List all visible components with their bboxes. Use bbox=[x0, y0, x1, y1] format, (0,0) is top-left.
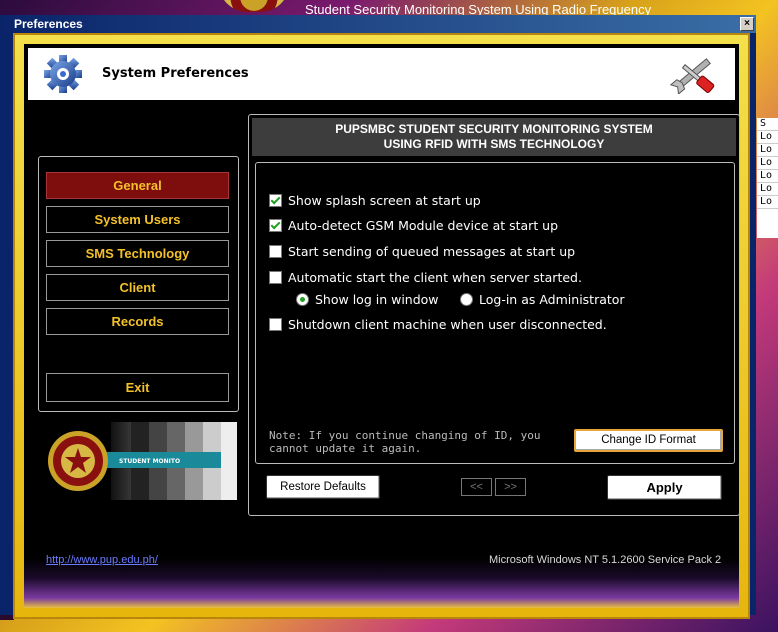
option-label: Shutdown client machine when user discon… bbox=[288, 317, 607, 332]
heading-line-1: PUPSMBC STUDENT SECURITY MONITORING SYST… bbox=[335, 122, 653, 136]
option-send-queued[interactable]: Start sending of queued messages at star… bbox=[269, 244, 575, 259]
background-log-item: Lo bbox=[757, 170, 778, 183]
apply-button[interactable]: Apply bbox=[607, 475, 722, 500]
next-button[interactable]: >> bbox=[495, 478, 526, 496]
heading-line-2: USING RFID WITH SMS TECHNOLOGY bbox=[383, 137, 605, 151]
logo-banner-text: STUDENT MONITO bbox=[119, 458, 180, 465]
restore-defaults-button[interactable]: Restore Defaults bbox=[266, 475, 380, 499]
background-log-column: S Lo Lo Lo Lo Lo Lo bbox=[757, 118, 778, 238]
radio-login-admin[interactable]: Log-in as Administrator bbox=[460, 292, 625, 307]
exit-button[interactable]: Exit bbox=[46, 373, 229, 402]
previous-button[interactable]: << bbox=[461, 478, 492, 496]
gear-icon bbox=[44, 55, 82, 93]
background-log-item: S bbox=[757, 118, 778, 131]
close-icon: × bbox=[744, 18, 750, 29]
nav-item-sms-technology[interactable]: SMS Technology bbox=[46, 240, 229, 267]
background-log-item: Lo bbox=[757, 183, 778, 196]
header-bar: System Preferences bbox=[28, 48, 735, 100]
background-log-item: Lo bbox=[757, 144, 778, 157]
option-label: Show splash screen at start up bbox=[288, 193, 481, 208]
checkbox-auto-detect-gsm[interactable] bbox=[269, 219, 282, 232]
option-show-splash[interactable]: Show splash screen at start up bbox=[269, 193, 481, 208]
header-title: System Preferences bbox=[102, 66, 249, 81]
window-title: Preferences bbox=[14, 17, 83, 31]
logo-graphic: STUDENT MONITO bbox=[48, 422, 237, 500]
background-log-item: Lo bbox=[757, 157, 778, 170]
general-settings-panel: PUPSMBC STUDENT SECURITY MONITORING SYST… bbox=[248, 114, 740, 516]
option-auto-detect-gsm[interactable]: Auto-detect GSM Module device at start u… bbox=[269, 218, 558, 233]
option-auto-start-client[interactable]: Automatic start the client when server s… bbox=[269, 270, 582, 285]
id-change-note: Note: If you continue changing of ID, yo… bbox=[269, 429, 541, 455]
option-label: Start sending of queued messages at star… bbox=[288, 244, 576, 259]
checkbox-show-splash[interactable] bbox=[269, 194, 282, 207]
school-logo-banner: STUDENT MONITO bbox=[41, 422, 237, 500]
radio-show-log-in[interactable]: Show log in window bbox=[296, 292, 439, 307]
close-button[interactable]: × bbox=[740, 17, 754, 31]
change-id-format-button[interactable]: Change ID Format bbox=[574, 429, 723, 452]
tools-icon bbox=[669, 58, 715, 94]
background-log-item: Lo bbox=[757, 131, 778, 144]
radio-label: Show log in window bbox=[315, 292, 439, 307]
radio-button-login-admin[interactable] bbox=[460, 293, 473, 306]
window-titlebar[interactable]: Preferences × bbox=[0, 15, 756, 33]
option-label: Automatic start the client when server s… bbox=[288, 270, 582, 285]
option-label: Auto-detect GSM Module device at start u… bbox=[288, 218, 559, 233]
nav-item-client[interactable]: Client bbox=[46, 274, 229, 301]
content-area: System Preferences General System Users bbox=[24, 44, 740, 608]
window-frame: System Preferences General System Users bbox=[13, 33, 750, 619]
option-shutdown-client[interactable]: Shutdown client machine when user discon… bbox=[269, 317, 607, 332]
nav-item-records[interactable]: Records bbox=[46, 308, 229, 335]
checkbox-send-queued[interactable] bbox=[269, 245, 282, 258]
radio-label: Log-in as Administrator bbox=[479, 292, 625, 307]
nav-item-system-users[interactable]: System Users bbox=[46, 206, 229, 233]
nav-item-general[interactable]: General bbox=[46, 172, 229, 199]
options-box: Show splash screen at start up Auto-dete… bbox=[255, 162, 735, 464]
website-link[interactable]: http://www.pup.edu.ph/ bbox=[46, 554, 158, 566]
radio-button-show-log-in[interactable] bbox=[296, 293, 309, 306]
system-heading: PUPSMBC STUDENT SECURITY MONITORING SYST… bbox=[252, 118, 736, 156]
nav-panel: General System Users SMS Technology Clie… bbox=[38, 156, 239, 412]
background-seal bbox=[218, 0, 290, 12]
checkbox-auto-start-client[interactable] bbox=[269, 271, 282, 284]
checkbox-shutdown-client[interactable] bbox=[269, 318, 282, 331]
background-log-item: Lo bbox=[757, 196, 778, 209]
preferences-window: Preferences × System Preferences General… bbox=[0, 15, 756, 619]
os-info: Microsoft Windows NT 5.1.2600 Service Pa… bbox=[489, 554, 722, 566]
